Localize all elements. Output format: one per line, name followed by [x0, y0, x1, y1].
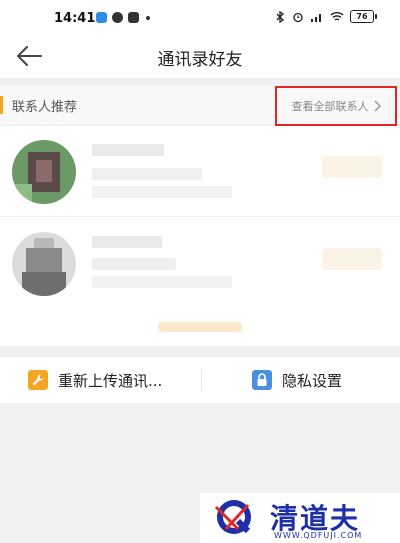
load-more-button[interactable]	[158, 322, 242, 332]
reupload-label: 重新上传通讯...	[58, 371, 163, 390]
chevron-right-icon	[373, 100, 381, 112]
view-all-label: 查看全部联系人	[291, 100, 369, 113]
watermark-url: WWW.QDFUJI.COM	[274, 531, 363, 540]
contact-list	[0, 126, 400, 346]
contact-name-blurred	[92, 144, 164, 156]
dot-icon	[146, 16, 150, 20]
status-icons: 76	[274, 10, 377, 23]
section-title: 联系人推荐	[12, 100, 78, 115]
action-bar: 重新上传通讯... 隐私设置	[0, 356, 400, 403]
status-bar: 14:41 76	[0, 0, 400, 34]
watermark: 清道夫 WWW.QDFUJI.COM	[200, 493, 400, 543]
divider	[201, 369, 202, 391]
bluetooth-icon	[276, 10, 285, 23]
battery-icon: 76	[350, 10, 377, 23]
contact-info-blurred	[92, 168, 202, 180]
contact-name-blurred	[92, 236, 162, 248]
alarm-icon	[293, 12, 303, 22]
brand-logo-icon	[214, 500, 251, 534]
avatar	[12, 232, 76, 296]
page-title: 通讯录好友	[157, 50, 243, 70]
privacy-label: 隐私设置	[282, 371, 343, 390]
contact-info-blurred	[92, 276, 232, 288]
app-header: 通讯录好友	[0, 34, 400, 79]
list-item[interactable]	[0, 218, 400, 308]
status-time: 14:41	[54, 11, 96, 26]
signal-icon	[311, 13, 321, 22]
list-item[interactable]	[0, 126, 400, 217]
wrench-icon	[28, 370, 48, 390]
contact-info-blurred	[92, 186, 232, 198]
privacy-settings-button[interactable]: 隐私设置	[252, 357, 342, 403]
app-notification-icon	[112, 12, 123, 23]
app-notification-icon	[128, 12, 139, 23]
view-all-contacts-link[interactable]: 查看全部联系人	[275, 86, 397, 126]
app-notification-icon	[96, 12, 107, 23]
section-accent-bar	[0, 96, 3, 114]
lock-icon	[252, 370, 272, 390]
contact-info-blurred	[92, 258, 176, 270]
wifi-icon	[330, 11, 344, 21]
avatar	[12, 140, 76, 204]
add-contact-button[interactable]	[322, 248, 382, 270]
reupload-contacts-button[interactable]: 重新上传通讯...	[28, 357, 162, 403]
add-contact-button[interactable]	[322, 156, 382, 178]
